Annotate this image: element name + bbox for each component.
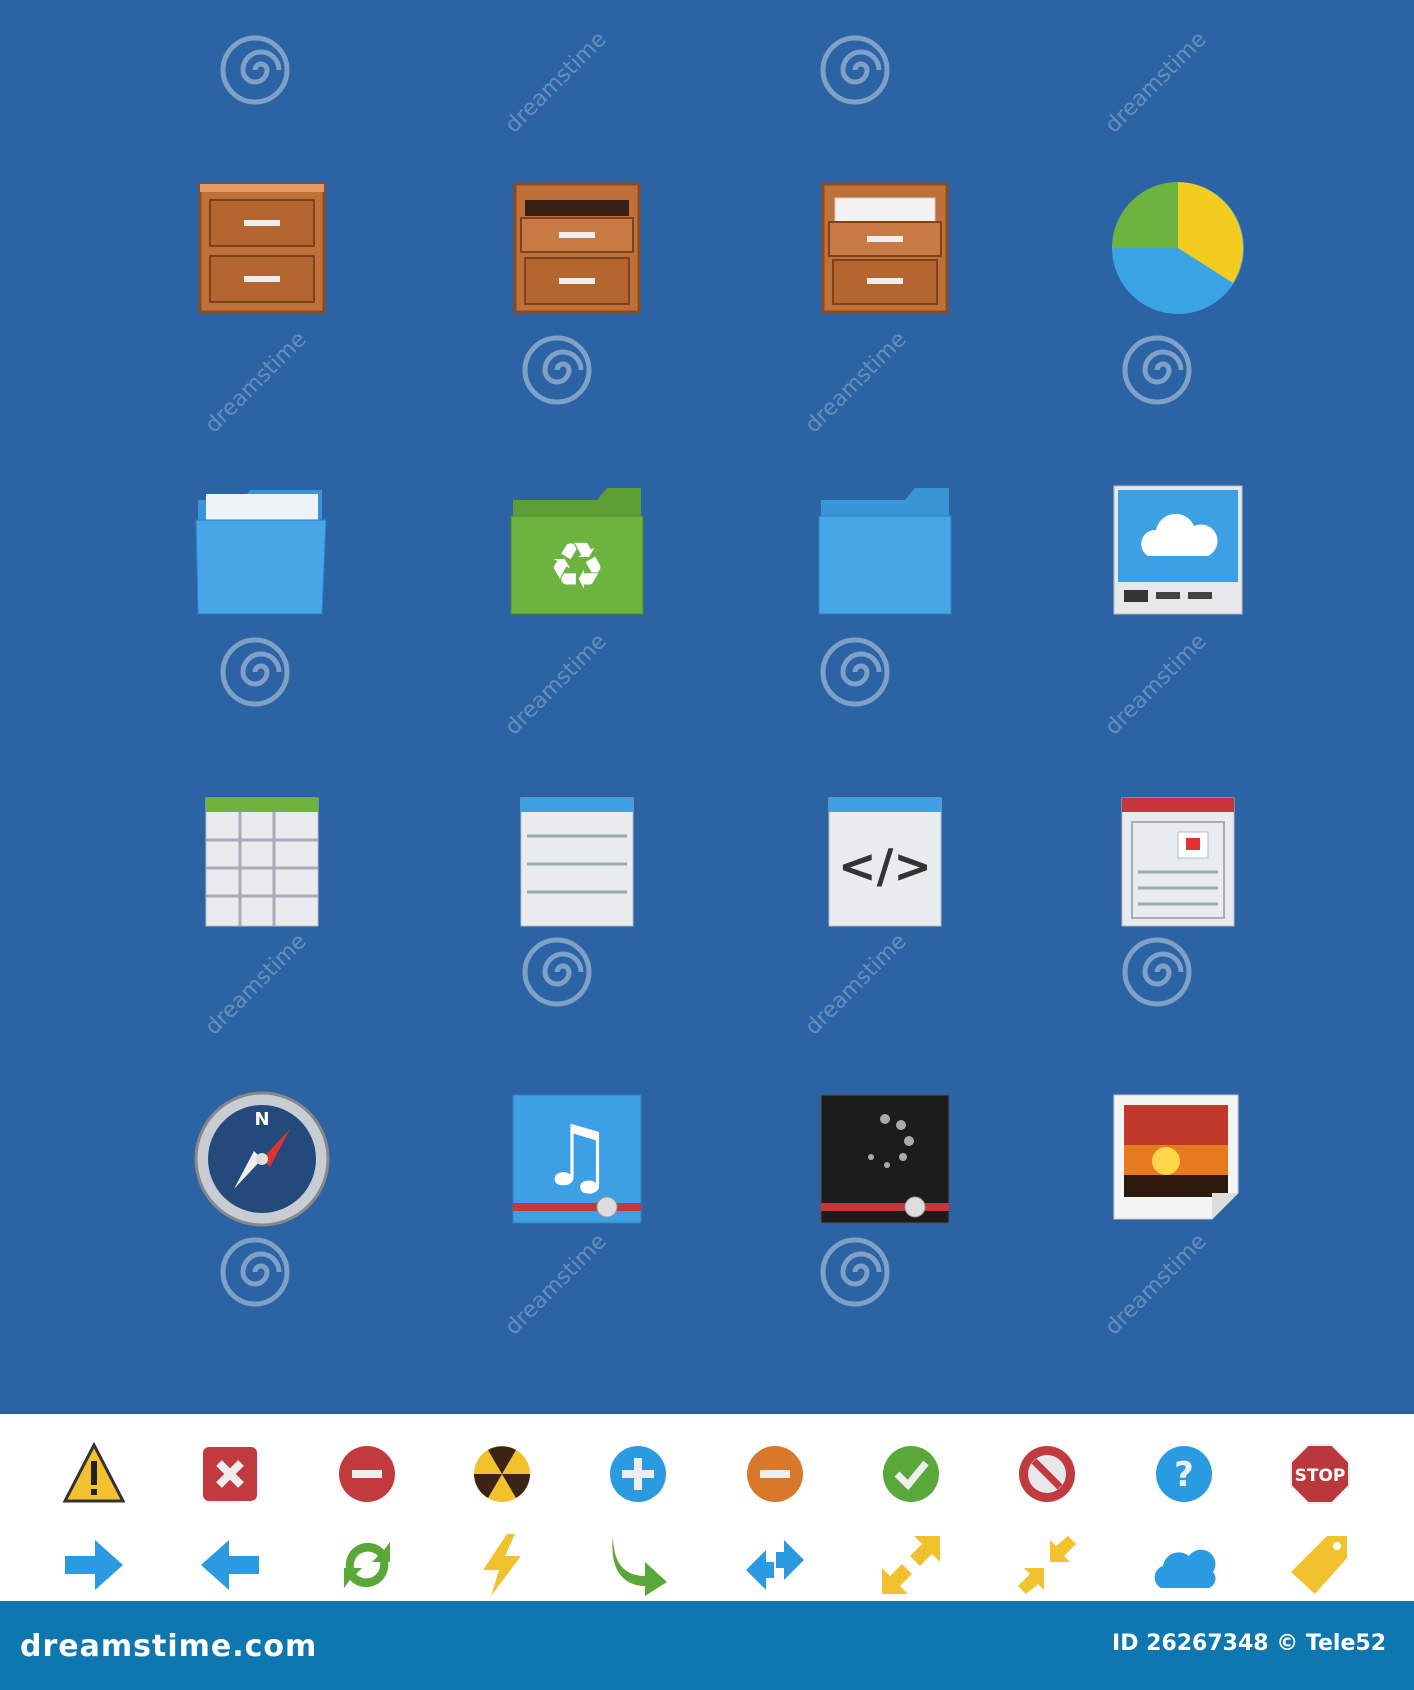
footer-credit: ID 26267348 © Tele52 [1112,1631,1386,1656]
watermark-spiral-icon [1120,935,1194,1009]
footer-logo: dreamstime.com [20,1629,318,1664]
transfer-icon [742,1532,808,1598]
watermark-spiral-icon [218,33,292,107]
help-icon: ? [1151,1441,1217,1507]
collapse-icon [1014,1532,1080,1598]
remove-red-icon [334,1441,400,1507]
watermark-spiral-icon [818,1235,892,1309]
footer: dreamstime.com ID 26267348 © Tele52 [0,1601,1414,1690]
redo-icon [605,1532,671,1598]
file-cabinet-open-icon [507,178,647,318]
code-document-icon: </> [815,792,955,932]
expand-icon [878,1532,944,1598]
remove-orange-icon [742,1441,808,1507]
close-icon [197,1441,263,1507]
ok-icon [878,1441,944,1507]
folder-icon [815,480,955,620]
web-page-document-icon [1108,792,1248,932]
watermark-spiral-icon [818,635,892,709]
cloud-icon [1151,1532,1217,1598]
arrow-left-icon [197,1532,263,1598]
watermark-spiral-icon [1120,333,1194,407]
pie-chart-icon [1108,178,1248,318]
warning-icon [61,1441,127,1507]
arrow-right-icon [61,1532,127,1598]
video-loading-icon [815,1089,955,1229]
folder-documents-icon [192,480,332,620]
tag-icon [1287,1532,1353,1598]
svg-text:N: N [254,1109,269,1130]
watermark-spiral-icon [520,333,594,407]
lightning-icon [469,1532,535,1598]
music-player-icon: ♫ [507,1089,647,1229]
watermark-spiral-icon [520,935,594,1009]
svg-text:♫: ♫ [539,1107,614,1205]
watermark-spiral-icon [218,1235,292,1309]
svg-text:♻: ♻ [548,530,605,604]
file-cabinet-documents-icon [815,178,955,318]
svg-text:?: ? [1174,1455,1194,1495]
image-photo-icon [1108,1089,1248,1229]
stop-icon: STOP [1287,1441,1353,1507]
watermark-spiral-icon [218,635,292,709]
code-label: </> [838,839,932,893]
watermark-spiral-icon [818,33,892,107]
compass-browser-icon: N [192,1089,332,1229]
folder-recycle-icon: ♻ [507,480,647,620]
radiation-icon [469,1441,535,1507]
svg-text:STOP: STOP [1295,1466,1346,1486]
text-document-icon [507,792,647,932]
refresh-icon [334,1532,400,1598]
spreadsheet-document-icon [192,792,332,932]
file-cabinet-closed-icon [192,178,332,318]
add-icon [605,1441,671,1507]
forbidden-icon [1014,1441,1080,1507]
cloud-server-icon [1108,480,1248,620]
